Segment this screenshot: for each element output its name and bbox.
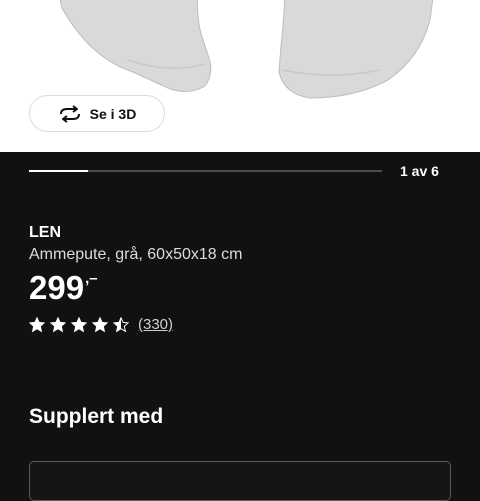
product-description: Ammepute, grå, 60x50x18 cm bbox=[29, 246, 243, 263]
view-3d-button[interactable]: Se i 3D bbox=[29, 95, 165, 132]
star-icon bbox=[92, 316, 108, 332]
image-page-counter: 1 av 6 bbox=[400, 163, 439, 179]
complement-product-card[interactable] bbox=[29, 461, 451, 501]
product-image-area[interactable]: Se i 3D bbox=[0, 0, 480, 152]
star-icon bbox=[50, 316, 66, 332]
product-brand[interactable]: LEN bbox=[29, 224, 61, 242]
product-price: 299 ,– bbox=[29, 268, 98, 308]
price-decimal: ,– bbox=[85, 270, 98, 287]
product-rating[interactable]: (330) bbox=[29, 316, 173, 333]
rotate-3d-icon bbox=[59, 104, 80, 123]
star-icon bbox=[29, 316, 45, 332]
star-icon bbox=[71, 316, 87, 332]
star-icon bbox=[113, 316, 129, 332]
image-progress-bar bbox=[29, 170, 382, 172]
price-integer: 299 bbox=[29, 269, 85, 306]
review-count-link[interactable]: (330) bbox=[138, 316, 173, 333]
rating-stars bbox=[29, 316, 129, 333]
image-progress-fill bbox=[29, 170, 88, 172]
view-3d-label: Se i 3D bbox=[89, 105, 137, 122]
complement-section-title: Supplert med bbox=[29, 405, 164, 428]
